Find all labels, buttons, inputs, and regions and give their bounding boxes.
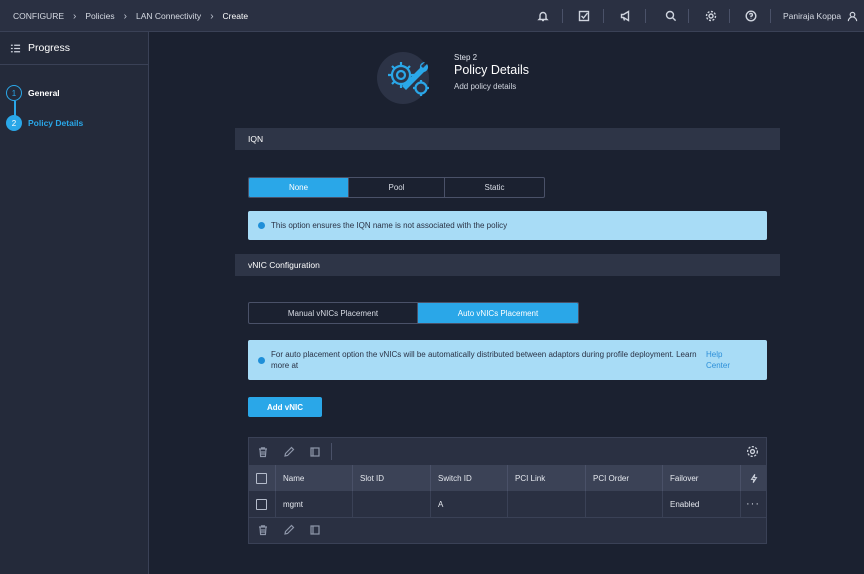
- vnic-info-text-line2: more at: [271, 361, 299, 370]
- column-failover[interactable]: Failover: [663, 465, 741, 491]
- gear-icon[interactable]: [704, 9, 718, 23]
- cell-pci-link: [508, 491, 586, 517]
- chevron-right-icon: ›: [73, 10, 77, 22]
- breadcrumb-create: Create: [222, 11, 249, 21]
- iqn-option-none[interactable]: None: [249, 178, 349, 197]
- help-center-link[interactable]: Help: [706, 349, 722, 361]
- breadcrumb-configure[interactable]: CONFIGURE: [13, 11, 64, 21]
- vnic-option-auto[interactable]: Auto vNICs Placement: [418, 303, 578, 323]
- select-all-checkbox[interactable]: [256, 472, 267, 484]
- list-icon[interactable]: [10, 43, 21, 54]
- edit-icon[interactable]: [283, 446, 295, 458]
- column-actions: [741, 465, 766, 491]
- copy-icon[interactable]: [309, 524, 321, 536]
- step-label: General: [28, 88, 60, 98]
- step-label: Policy Details: [28, 118, 84, 128]
- iqn-info-text: This option ensures the IQN name is not …: [271, 221, 508, 230]
- divider: [603, 9, 604, 23]
- trash-icon[interactable]: [257, 446, 269, 458]
- iqn-option-toggle: None Pool Static: [248, 177, 545, 198]
- step-subtitle: Step 2: [454, 53, 478, 62]
- vnic-table: Name Slot ID Switch ID PCI Link PCI Orde…: [248, 437, 767, 544]
- progress-steps: 1 General 2 Policy Details: [0, 65, 148, 138]
- breadcrumb-policies[interactable]: Policies: [85, 11, 114, 21]
- megaphone-icon[interactable]: [619, 9, 633, 23]
- user-icon: [847, 11, 858, 21]
- row-actions-menu[interactable]: ···: [741, 491, 766, 517]
- breadcrumb: CONFIGURE › Policies › LAN Connectivity …: [13, 0, 248, 32]
- vnic-placement-toggle: Manual vNICs Placement Auto vNICs Placem…: [248, 302, 579, 324]
- divider: [770, 9, 771, 23]
- page-description: Add policy details: [454, 82, 517, 91]
- step-number: 1: [6, 85, 22, 101]
- user-name: Paniraja Koppa: [783, 11, 842, 21]
- vnic-option-manual[interactable]: Manual vNICs Placement: [249, 303, 418, 323]
- copy-icon[interactable]: [309, 446, 321, 458]
- divider: [729, 9, 730, 23]
- info-icon: [258, 222, 265, 229]
- divider: [645, 9, 646, 23]
- toolbar-divider: [331, 443, 332, 460]
- column-pci-link[interactable]: PCI Link: [508, 465, 586, 491]
- iqn-option-pool[interactable]: Pool: [349, 178, 445, 197]
- iqn-option-static[interactable]: Static: [445, 178, 544, 197]
- add-vnic-button[interactable]: Add vNIC: [248, 397, 322, 417]
- row-checkbox[interactable]: [256, 498, 267, 510]
- cell-name: mgmt: [276, 491, 353, 517]
- iqn-section-header: IQN: [235, 128, 780, 150]
- trash-icon[interactable]: [257, 524, 269, 536]
- chevron-right-icon: ›: [210, 10, 214, 22]
- table-header: Name Slot ID Switch ID PCI Link PCI Orde…: [249, 465, 766, 491]
- progress-title: Progress: [28, 42, 71, 54]
- help-center-link-line2[interactable]: Center: [706, 360, 730, 372]
- table-toolbar: [249, 438, 766, 465]
- row-select-cell: [249, 491, 276, 517]
- step-policy-details[interactable]: 2 Policy Details: [0, 108, 148, 138]
- help-icon[interactable]: [744, 9, 758, 23]
- divider: [688, 9, 689, 23]
- breadcrumb-lan-connectivity[interactable]: LAN Connectivity: [136, 11, 201, 21]
- info-icon: [258, 357, 265, 364]
- cell-failover: Enabled: [663, 491, 741, 517]
- progress-sidebar: Progress 1 General 2 Policy Details: [0, 32, 149, 574]
- page-title: Policy Details: [454, 63, 530, 77]
- lightning-icon[interactable]: [749, 473, 759, 484]
- progress-header: Progress: [0, 32, 148, 65]
- table-footer-toolbar: [249, 519, 766, 544]
- gears-wrench-icon: [377, 52, 429, 104]
- edit-icon[interactable]: [283, 524, 295, 536]
- step-number: 2: [6, 115, 22, 131]
- search-icon[interactable]: [664, 9, 678, 23]
- vnic-info-banner: For auto placement option the vNICs will…: [248, 340, 767, 380]
- select-all-cell: [249, 465, 276, 491]
- table-row[interactable]: mgmt A Enabled ···: [249, 491, 766, 518]
- iqn-info-banner: This option ensures the IQN name is not …: [248, 211, 767, 240]
- settings-gear-icon[interactable]: [746, 445, 759, 458]
- iqn-section-title: IQN: [248, 134, 264, 144]
- column-name[interactable]: Name: [276, 465, 353, 491]
- cell-pci-order: [586, 491, 663, 517]
- cell-slot-id: [353, 491, 431, 517]
- column-switch-id[interactable]: Switch ID: [431, 465, 508, 491]
- column-slot-id[interactable]: Slot ID: [353, 465, 431, 491]
- checklist-icon[interactable]: [577, 9, 591, 23]
- column-pci-order[interactable]: PCI Order: [586, 465, 663, 491]
- vnic-section-title: vNIC Configuration: [248, 260, 320, 270]
- divider: [562, 9, 563, 23]
- chevron-right-icon: ›: [123, 10, 127, 22]
- cell-switch-id: A: [431, 491, 508, 517]
- step-general[interactable]: 1 General: [0, 78, 148, 108]
- user-menu[interactable]: Paniraja Koppa: [783, 0, 858, 32]
- vnic-info-text-line1: For auto placement option the vNICs will…: [271, 350, 697, 359]
- vnic-section-header: vNIC Configuration: [235, 254, 780, 276]
- bell-icon[interactable]: [536, 9, 550, 23]
- top-bar: CONFIGURE › Policies › LAN Connectivity …: [0, 0, 864, 32]
